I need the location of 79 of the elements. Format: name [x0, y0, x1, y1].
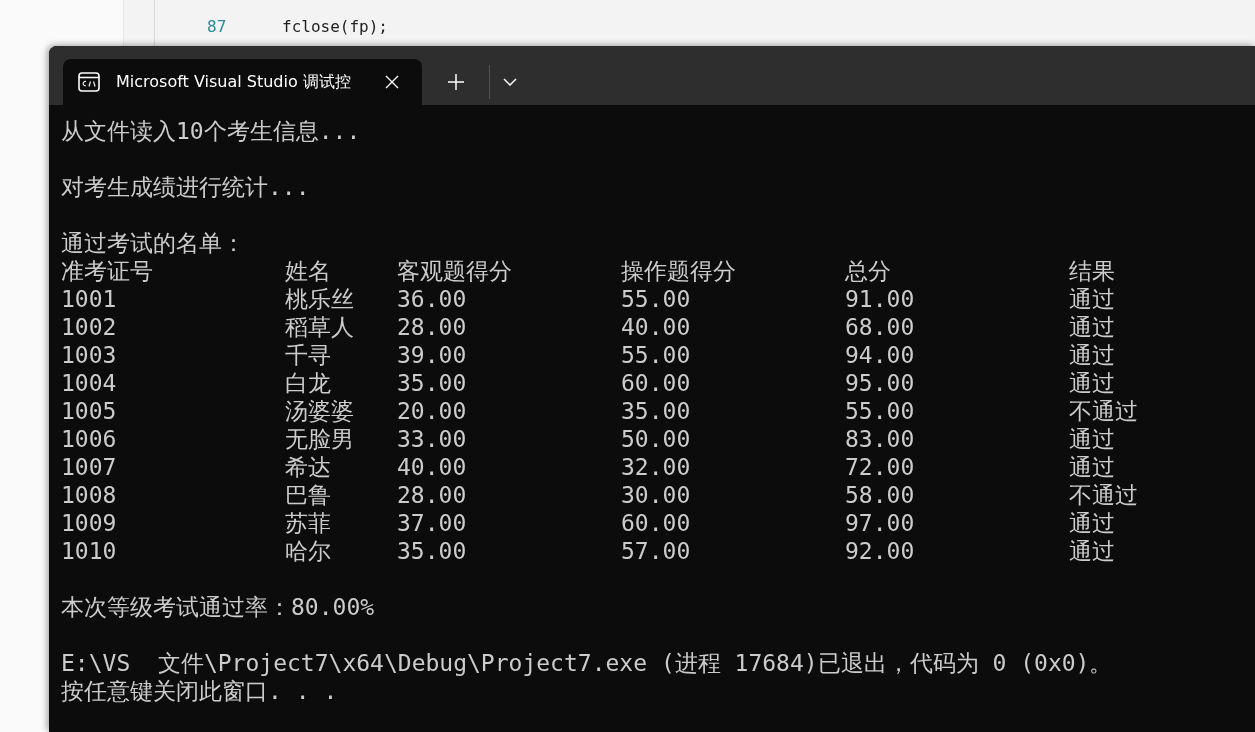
- table-cell-text: 20.00: [397, 397, 468, 425]
- table-cell-text: 1002: [61, 313, 118, 341]
- column-header: 操作题得分: [621, 257, 737, 285]
- console-line: 对考生成绩进行统计...: [61, 173, 310, 201]
- table-cell-text: 40.00: [397, 453, 468, 481]
- table-cell-text: 1010: [61, 537, 118, 565]
- table-cell: 不通过: [1069, 397, 1138, 425]
- table-cell-text: 1007: [61, 453, 118, 481]
- console-line: 从文件读入10个考生信息...: [61, 117, 361, 145]
- table-cell-text: 稻草人: [285, 313, 355, 341]
- table-cell-text: 35.00: [621, 397, 692, 425]
- table-cell-text: 55.00: [845, 397, 916, 425]
- table-cell-text: 汤婆婆: [285, 397, 355, 425]
- table-cell-text: 1004: [61, 369, 118, 397]
- table-cell-text: 通过: [1069, 425, 1116, 453]
- table-cell-text: 通过: [1069, 453, 1116, 481]
- console-line: E:\VS 文件\Project7\x64\Debug\Project7.exe (进程 17684)已退出，代码为 0 (0x0)。: [61, 649, 1113, 677]
- column-header: 总分: [845, 257, 892, 285]
- table-cell-text: 通过: [1069, 341, 1116, 369]
- table-cell-text: 94.00: [845, 341, 916, 369]
- table-cell-text: 哈尔: [285, 537, 332, 565]
- table-cell-text: 桃乐丝: [285, 285, 355, 313]
- table-cell-text: 60.00: [621, 369, 692, 397]
- table-cell-text: 通过: [1069, 313, 1116, 341]
- table-cell-text: 巴鲁: [285, 481, 332, 509]
- table-cell-text: 95.00: [845, 369, 916, 397]
- dropdown-caret-icon[interactable]: [503, 77, 517, 86]
- console-line: 本次等级考试通过率：80.00%: [61, 593, 375, 621]
- table-cell-text: 33.00: [397, 425, 468, 453]
- new-tab-icon[interactable]: [447, 72, 465, 91]
- table-cell: 不通过: [1069, 481, 1138, 509]
- table-cell-text: 35.00: [397, 369, 468, 397]
- table-cell-text: 68.00: [845, 313, 916, 341]
- table-cell-text: 苏菲: [285, 509, 332, 537]
- table-cell-text: 40.00: [621, 313, 692, 341]
- table-cell-text: 60.00: [621, 509, 692, 537]
- table-cell-text: 37.00: [397, 509, 468, 537]
- console-line: 通过考试的名单：: [61, 229, 245, 257]
- table-cell-text: 希达: [285, 453, 332, 481]
- terminal-icon: [78, 72, 100, 92]
- table-cell-text: 1001: [61, 285, 118, 313]
- table-cell-text: 无脸男: [285, 425, 355, 453]
- line-number: 87: [207, 17, 228, 36]
- table-cell-text: 97.00: [845, 509, 916, 537]
- table-cell-text: 通过: [1069, 509, 1116, 537]
- table-cell-text: 35.00: [397, 537, 468, 565]
- table-cell-text: 32.00: [621, 453, 692, 481]
- table-cell-text: 72.00: [845, 453, 916, 481]
- close-icon[interactable]: [385, 75, 399, 89]
- table-cell-text: 通过: [1069, 285, 1116, 313]
- table-cell-text: 1005: [61, 397, 118, 425]
- table-cell-text: 1008: [61, 481, 118, 509]
- table-cell-text: 83.00: [845, 425, 916, 453]
- table-cell-text: 30.00: [621, 481, 692, 509]
- column-header: 准考证号: [61, 257, 154, 285]
- terminal-tab[interactable]: Microsoft Visual Studio 调试控: [63, 59, 422, 105]
- table-cell-text: 千寻: [285, 341, 332, 369]
- console-line: 按任意键关闭此窗口. . .: [61, 677, 338, 705]
- table-cell-text: 36.00: [397, 285, 468, 313]
- table-cell-text: 通过: [1069, 537, 1116, 565]
- column-header: 姓名: [285, 257, 332, 285]
- table-cell-text: 通过: [1069, 369, 1116, 397]
- table-cell-text: 55.00: [621, 285, 692, 313]
- table-cell-text: 92.00: [845, 537, 916, 565]
- table-cell-text: 39.00: [397, 341, 468, 369]
- table-cell-text: 1009: [61, 509, 118, 537]
- table-cell-text: 28.00: [397, 313, 468, 341]
- table-cell-text: 1006: [61, 425, 118, 453]
- table-cell-text: 57.00: [621, 537, 692, 565]
- table-cell-text: 28.00: [397, 481, 468, 509]
- table-cell-text: 1003: [61, 341, 118, 369]
- table-cell-text: 55.00: [621, 341, 692, 369]
- code-line: fclose(fp);: [282, 17, 388, 36]
- table-cell-text: 50.00: [621, 425, 692, 453]
- table-cell-text: 91.00: [845, 285, 916, 313]
- table-cell-text: 58.00: [845, 481, 916, 509]
- column-header: 结果: [1069, 257, 1116, 285]
- column-header: 客观题得分: [397, 257, 513, 285]
- table-cell-text: 白龙: [285, 369, 332, 397]
